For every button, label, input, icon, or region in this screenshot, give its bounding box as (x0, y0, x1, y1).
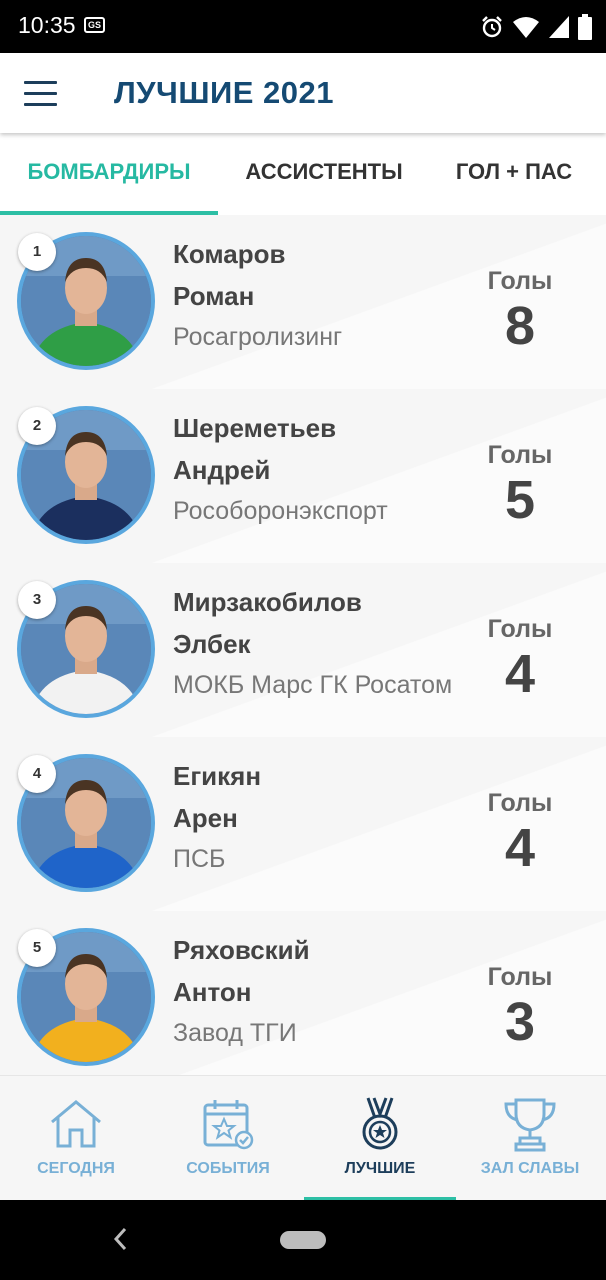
player-row[interactable]: 2 Шереметьев Андрей Рособоронэкспорт Голы 5 (0, 389, 606, 563)
home-pill-button[interactable] (280, 1231, 326, 1249)
player-firstname: Роман (173, 281, 255, 311)
nav-best[interactable]: ЛУЧШИЕ (304, 1076, 456, 1200)
player-surname: Шереметьев (173, 413, 337, 443)
nav-events[interactable]: СОБЫТИЯ (152, 1076, 304, 1200)
bottom-navigation: СЕГОДНЯ СОБЫТИЯ ЛУЧШИЕ ЗАЛ СЛАВЫ (0, 1075, 606, 1200)
player-row[interactable]: 4 Егикян Арен ПСБ Голы 4 (0, 737, 606, 911)
back-icon[interactable] (112, 1226, 128, 1252)
tab-label: ГОЛ + ПАС (455, 159, 573, 184)
player-team: Завод ТГИ (173, 1019, 297, 1047)
tab-label: АССИСТЕНТЫ (245, 159, 403, 184)
stat-label: Голы (487, 789, 553, 817)
battery-icon (578, 14, 592, 40)
player-row[interactable]: 3 Мирзакобилов Элбек МОКБ Марс ГК Росатом Го… (0, 563, 606, 737)
tab-goal-plus-pass[interactable]: ГОЛ + ПАС (438, 133, 590, 215)
player-surname: Ряховский (173, 935, 310, 965)
player-row[interactable]: 5 Ряховский Антон Завод ТГИ Голы 3 (0, 911, 606, 1085)
player-team: МОКБ Марс ГК Росатом (173, 671, 453, 699)
player-surname: Мирзакобилов (173, 587, 362, 617)
calendar-star-icon (203, 1100, 254, 1150)
app-screen: ЛУЧШИЕ 2021 БОМБАРДИРЫ АССИСТЕНТЫ ГОЛ + … (0, 53, 606, 1200)
tab-scorers[interactable]: БОМБАРДИРЫ (0, 133, 218, 215)
menu-icon[interactable] (24, 81, 57, 106)
nav-label: ЛУЧШИЕ (344, 1160, 416, 1177)
player-firstname: Элбек (173, 629, 251, 659)
rank-badge: 3 (18, 581, 56, 619)
medal-icon (362, 1097, 398, 1150)
tab-active-indicator (0, 211, 218, 215)
player-name: Егикян Арен (173, 755, 463, 839)
player-name: Шереметьев Андрей (173, 407, 463, 491)
rank-badge: 1 (18, 233, 56, 271)
stat-label: Голы (487, 615, 553, 643)
player-firstname: Андрей (173, 455, 271, 485)
status-bar: 10:35 GS (0, 0, 606, 53)
status-time: 10:35 (18, 12, 76, 38)
wifi-icon (513, 17, 539, 38)
player-team: ПСБ (173, 845, 226, 873)
player-surname: Комаров (173, 239, 286, 269)
stat-value: 4 (504, 644, 536, 704)
player-team: Росагролизинг (173, 323, 343, 351)
player-name: Ряховский Антон (173, 929, 463, 1013)
system-navigation-bar (0, 1200, 606, 1280)
stat-label: Голы (487, 441, 553, 469)
nav-hall-of-fame[interactable]: ЗАЛ СЛАВЫ (454, 1076, 606, 1200)
stat-label: Голы (487, 267, 553, 295)
trophy-icon (504, 1098, 556, 1152)
alarm-icon (482, 16, 502, 38)
tab-bar: БОМБАРДИРЫ АССИСТЕНТЫ ГОЛ + ПАС (0, 133, 606, 215)
nav-label: СЕГОДНЯ (37, 1160, 115, 1177)
nav-label: ЗАЛ СЛАВЫ (480, 1160, 580, 1177)
player-name: Комаров Роман (173, 233, 463, 317)
player-row[interactable]: 1 Комаров Роман Росагролизинг Голы 8 (0, 215, 606, 389)
nav-label: СОБЫТИЯ (186, 1160, 270, 1177)
nav-today[interactable]: СЕГОДНЯ (0, 1076, 152, 1200)
rank-badge: 4 (18, 755, 56, 793)
stat-value: 4 (504, 818, 536, 878)
tab-assistants[interactable]: АССИСТЕНТЫ (226, 133, 422, 215)
player-surname: Егикян (173, 761, 262, 791)
signal-icon (549, 16, 569, 38)
stat-value: 3 (504, 992, 536, 1052)
player-name: Мирзакобилов Элбек (173, 581, 463, 665)
stat-label: Голы (487, 963, 553, 991)
home-icon (51, 1100, 101, 1148)
app-bar: ЛУЧШИЕ 2021 (0, 53, 606, 133)
rank-badge: 2 (18, 407, 56, 445)
player-firstname: Антон (173, 977, 252, 1007)
scorers-list: 1 Комаров Роман Росагролизинг Голы 8 2 Шеремет… (0, 215, 606, 1085)
stat-value: 8 (504, 296, 536, 356)
player-team: Рособоронэкспорт (173, 497, 388, 525)
stat-value: 5 (504, 470, 536, 530)
tab-label: БОМБАРДИРЫ (27, 159, 191, 184)
status-icons (480, 14, 592, 40)
player-firstname: Арен (173, 803, 238, 833)
rank-badge: 5 (18, 929, 56, 967)
gs-badge-icon: GS (84, 17, 105, 33)
page-title: ЛУЧШИЕ 2021 (114, 75, 335, 110)
